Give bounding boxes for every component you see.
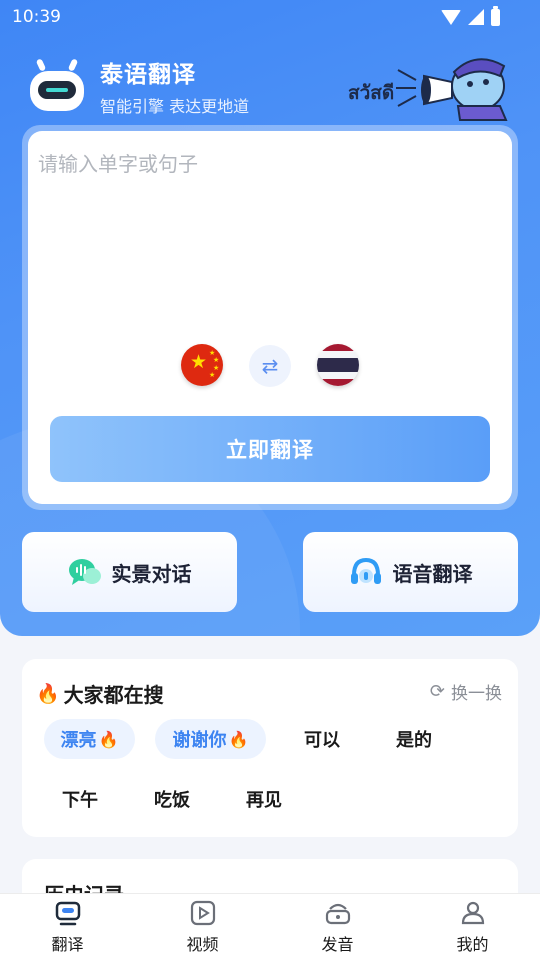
tab-label: 视频 (186, 935, 219, 954)
hot-tag[interactable]: 漂亮 🔥 (44, 719, 135, 759)
flame-icon: 🔥 (36, 683, 60, 705)
hot-flame-icon: 🔥 (228, 729, 249, 749)
swap-arrows-icon: ⇄ (261, 354, 279, 378)
voice-translate-label: 语音翻译 (392, 561, 473, 586)
tab-profile[interactable]: 我的 (405, 894, 540, 960)
wifi-icon (441, 9, 461, 25)
status-icons (441, 5, 500, 26)
bottom-tab-bar: 翻译 视频 发音 我的 (0, 893, 540, 960)
signal-icon (468, 9, 484, 25)
thailand-flag-icon[interactable] (317, 344, 359, 386)
hot-tag[interactable]: 再见 (226, 779, 302, 819)
translate-now-button[interactable]: 立即翻译 (50, 416, 490, 482)
profile-icon (461, 901, 484, 925)
swap-language-button[interactable]: ⇄ (249, 345, 291, 387)
hot-search-title: 大家都在搜 (63, 683, 164, 707)
hot-tag[interactable]: 吃饭 (134, 779, 210, 819)
hot-tag[interactable]: 谢谢你 🔥 (155, 719, 266, 759)
china-flag-icon[interactable]: ★ ★ ★ ★ ★ (181, 344, 223, 386)
tab-pronunciation[interactable]: 发音 (270, 894, 405, 960)
scene-dialogue-label: 实景对话 (111, 561, 192, 586)
tab-video[interactable]: 视频 (135, 894, 270, 960)
robot-logo-icon (28, 57, 86, 115)
hot-tag[interactable]: 下午 (42, 779, 118, 819)
voice-translate-button[interactable]: 语音翻译 (303, 532, 518, 612)
chat-bubble-icon (68, 559, 101, 585)
status-time: 10:39 (12, 7, 61, 27)
refresh-label: 换一换 (451, 684, 502, 704)
scene-dialogue-button[interactable]: 实景对话 (22, 532, 237, 612)
translate-input[interactable] (38, 148, 478, 328)
tab-label: 我的 (456, 935, 489, 954)
hot-flame-icon: 🔥 (98, 729, 119, 749)
mascot-illustration: สวัสดี (340, 48, 520, 126)
tab-translate[interactable]: 翻译 (0, 894, 135, 960)
tab-label: 翻译 (51, 935, 84, 954)
hot-tag[interactable]: 可以 (284, 719, 360, 759)
hot-search-panel: 🔥 大家都在搜 ⟳ 换一换 漂亮 🔥 谢谢你 🔥 可以 是的 下午 吃饭 再见 (22, 659, 518, 837)
refresh-icon: ⟳ (429, 681, 445, 702)
translate-icon (55, 901, 80, 926)
hero-header: 10:39 泰语翻译 智能引擎 表达更地道 สวัสดี 请输入单字或句子 ★ … (0, 0, 540, 636)
headset-icon (350, 557, 381, 584)
megaphone-mascot-icon (396, 58, 508, 121)
tab-label: 发音 (321, 935, 354, 954)
pronunciation-icon (325, 903, 350, 925)
battery-icon (491, 5, 500, 26)
hot-search-title-row: 🔥 大家都在搜 (36, 679, 164, 708)
brand: 泰语翻译 智能引擎 表达更地道 (28, 55, 249, 117)
video-icon (190, 900, 215, 926)
refresh-button[interactable]: ⟳ 换一换 (430, 679, 502, 704)
app-title: 泰语翻译 (100, 62, 196, 88)
hot-tag[interactable]: 是的 (376, 719, 452, 759)
status-bar: 10:39 (0, 0, 540, 34)
app-subtitle: 智能引擎 表达更地道 (100, 97, 250, 116)
